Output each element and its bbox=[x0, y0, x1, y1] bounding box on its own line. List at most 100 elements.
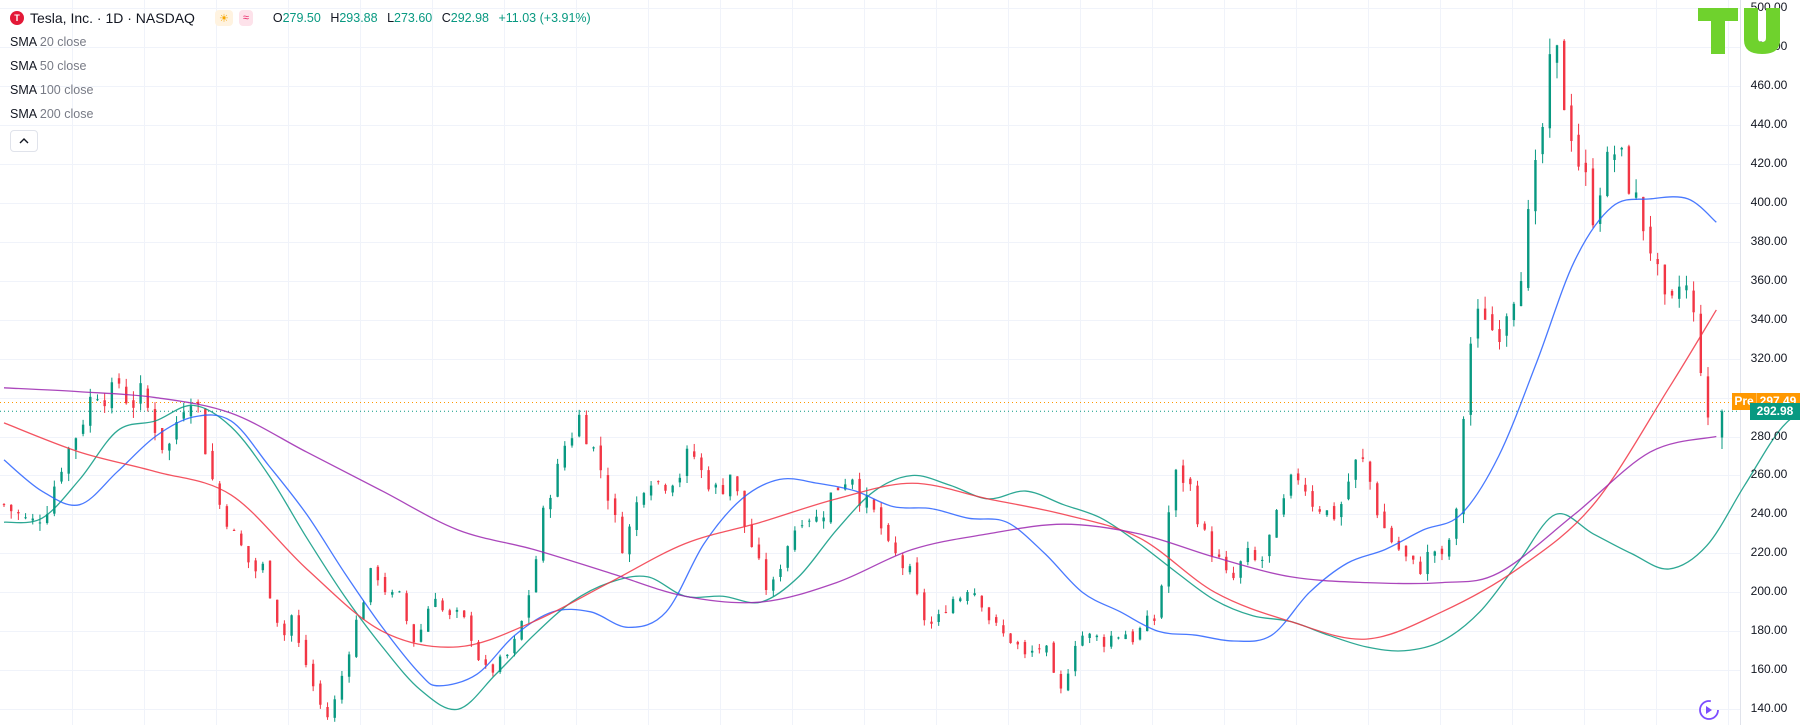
tradingview-logo[interactable] bbox=[1698, 8, 1788, 54]
candle-body bbox=[1447, 539, 1451, 557]
candle-body bbox=[1174, 469, 1178, 511]
candle-body bbox=[211, 450, 214, 480]
candle-body bbox=[736, 476, 739, 492]
candle-body bbox=[772, 579, 775, 591]
candle-body bbox=[829, 492, 833, 523]
price-axis-label: 260.00 bbox=[1750, 467, 1788, 482]
candle-body bbox=[1246, 547, 1250, 563]
candle-body bbox=[1383, 511, 1386, 529]
price-axis-label: 220.00 bbox=[1750, 545, 1788, 560]
candle-body bbox=[268, 560, 272, 599]
sma-20-line bbox=[3, 404, 1800, 711]
candle-body bbox=[376, 566, 380, 581]
candle-body bbox=[1512, 303, 1516, 321]
candle-body bbox=[326, 707, 329, 718]
candle-body bbox=[995, 617, 998, 623]
candle-body bbox=[1361, 457, 1365, 459]
symbol-title[interactable]: Tesla, Inc. · 1D · NASDAQ bbox=[30, 10, 195, 26]
low-value: 273.60 bbox=[394, 11, 433, 25]
candle-body bbox=[779, 568, 782, 577]
candle-body bbox=[103, 400, 106, 407]
candle-body bbox=[944, 611, 948, 613]
candle-body bbox=[60, 471, 63, 482]
candle-body bbox=[901, 555, 904, 569]
market-status-sun-icon[interactable]: ☀ bbox=[214, 10, 233, 26]
candle-body bbox=[1534, 160, 1537, 212]
replay-icon[interactable] bbox=[1696, 697, 1722, 723]
candle-body bbox=[96, 399, 99, 401]
candle-body bbox=[606, 475, 610, 501]
candle-body bbox=[1038, 648, 1041, 650]
candle-body bbox=[1296, 473, 1300, 481]
candle-body bbox=[1138, 628, 1142, 640]
candle-body bbox=[1563, 40, 1566, 111]
candle-body bbox=[276, 599, 279, 623]
candle-body bbox=[1332, 506, 1336, 520]
candle-body bbox=[599, 445, 602, 471]
indicator-sma-200[interactable]: SMA 200 close bbox=[10, 104, 597, 124]
candle-body bbox=[1268, 534, 1271, 557]
candle-body bbox=[240, 533, 243, 546]
candle-body bbox=[117, 378, 121, 384]
candle-body bbox=[362, 602, 365, 620]
candle-body bbox=[1074, 645, 1077, 672]
candle-body bbox=[757, 544, 761, 559]
candle-body bbox=[1181, 465, 1185, 483]
indicator-sma-100[interactable]: SMA 100 close bbox=[10, 80, 597, 100]
candle-body bbox=[1498, 329, 1501, 343]
candle-body bbox=[283, 623, 286, 636]
candle-body bbox=[383, 577, 387, 593]
sma-50-line bbox=[3, 196, 1717, 687]
candle-body bbox=[405, 593, 408, 622]
last-price-tag: 292.98 bbox=[1750, 403, 1800, 421]
candle-body bbox=[851, 479, 854, 485]
candle-body bbox=[218, 483, 221, 505]
indicator-sma-50[interactable]: SMA 50 close bbox=[10, 56, 597, 76]
price-axis-label: 360.00 bbox=[1750, 272, 1788, 287]
candle-body bbox=[800, 525, 804, 527]
candle-body bbox=[1527, 209, 1530, 288]
candle-body bbox=[1368, 461, 1372, 482]
candle-body bbox=[132, 400, 135, 408]
sma-100-line bbox=[3, 309, 1717, 648]
candle-body bbox=[534, 559, 538, 593]
candle-body bbox=[1124, 634, 1127, 640]
candle-body bbox=[1483, 308, 1487, 320]
collapse-legend-button[interactable] bbox=[10, 130, 38, 152]
candle-body bbox=[1110, 635, 1113, 647]
candle-body bbox=[951, 599, 955, 614]
candle-body bbox=[556, 463, 559, 497]
candle-body bbox=[1088, 633, 1091, 638]
candle-body bbox=[1433, 551, 1436, 556]
legend-title-row[interactable]: T Tesla, Inc. · 1D · NASDAQ ☀ ≈ O279.50 … bbox=[10, 8, 597, 28]
data-wave-icon[interactable]: ≈ bbox=[238, 10, 253, 26]
candle-body bbox=[1225, 556, 1228, 571]
price-axis-label: 160.00 bbox=[1750, 662, 1788, 677]
candle-body bbox=[1555, 45, 1559, 63]
candle-body bbox=[1491, 314, 1494, 331]
candle-body bbox=[1023, 642, 1027, 655]
candle-body bbox=[398, 591, 401, 593]
candle-body bbox=[1678, 286, 1681, 299]
candle-body bbox=[592, 447, 595, 449]
candle-body bbox=[477, 641, 480, 661]
candle-body bbox=[721, 485, 725, 495]
candle-body bbox=[1627, 146, 1631, 194]
candle-body bbox=[750, 524, 753, 547]
candle-body bbox=[1419, 561, 1422, 574]
candle-body bbox=[9, 504, 13, 512]
candle-body bbox=[74, 438, 78, 450]
sma-layer bbox=[3, 196, 1800, 711]
candle-body bbox=[290, 615, 293, 636]
candle-body bbox=[369, 568, 372, 603]
candle-body bbox=[728, 474, 732, 497]
candle-body bbox=[1354, 459, 1357, 480]
candle-body bbox=[915, 562, 919, 594]
candle-body bbox=[1066, 673, 1070, 691]
candle-body bbox=[81, 424, 85, 434]
indicator-sma-20[interactable]: SMA 20 close bbox=[10, 32, 597, 52]
candle-body bbox=[693, 451, 696, 457]
candle-body bbox=[585, 414, 588, 445]
candle-body bbox=[89, 396, 92, 426]
candle-body bbox=[1390, 527, 1393, 543]
